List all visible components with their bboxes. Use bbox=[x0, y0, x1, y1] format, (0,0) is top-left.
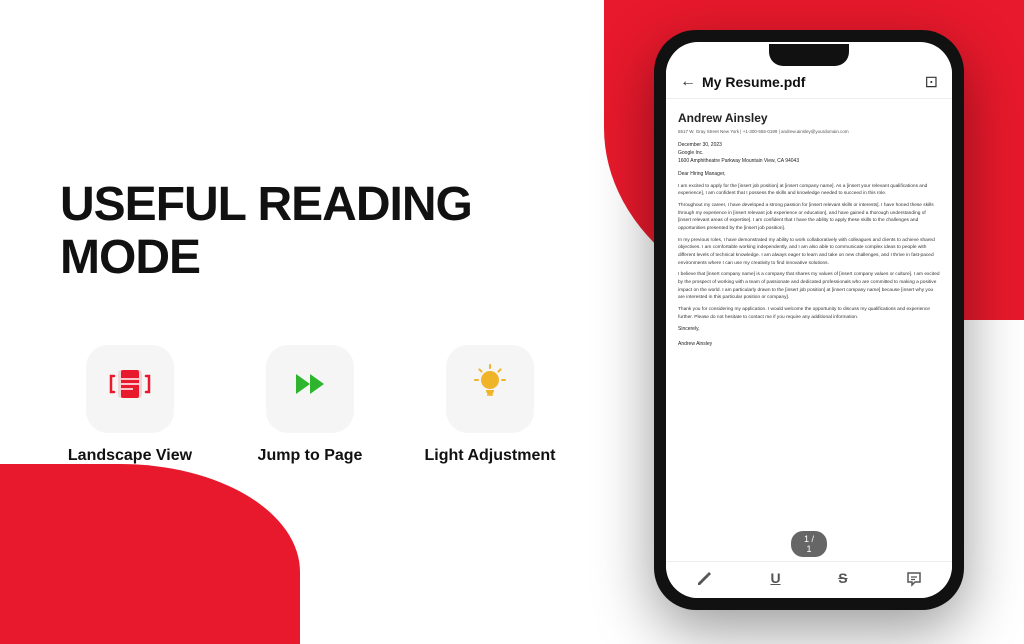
phone-notch bbox=[769, 44, 849, 66]
left-content-section: USEFUL READING MODE bbox=[40, 0, 600, 644]
pdf-menu-icon[interactable]: ⊡ bbox=[925, 72, 938, 92]
resume-closing: Sincerely, Andrew Ainsley bbox=[678, 326, 940, 349]
feature-light-adjustment[interactable]: Light Adjustment bbox=[420, 345, 560, 465]
toolbar-pen-icon[interactable] bbox=[695, 570, 713, 588]
resume-para-2: Throughout my career, I have developed a… bbox=[678, 202, 940, 233]
light-adjustment-label: Light Adjustment bbox=[425, 447, 556, 465]
landscape-view-icon-wrapper bbox=[86, 345, 174, 433]
resume-para-3: In my previous roles, I have demonstrate… bbox=[678, 237, 940, 268]
resume-name: Andrew Ainsley bbox=[678, 109, 940, 127]
resume-para-4: I believe that [insert company name] is … bbox=[678, 271, 940, 302]
phone-screen: ← My Resume.pdf ⊡ Andrew Ainsley 5517 W.… bbox=[666, 42, 952, 598]
pdf-filename: My Resume.pdf bbox=[702, 74, 805, 90]
back-arrow-icon[interactable]: ← bbox=[680, 73, 696, 91]
pdf-toolbar: U S bbox=[666, 561, 952, 598]
landscape-view-icon bbox=[108, 364, 152, 413]
feature-landscape-view[interactable]: Landscape View bbox=[60, 345, 200, 465]
features-row: Landscape View Jump to Page bbox=[60, 345, 600, 465]
jump-to-page-label: Jump to Page bbox=[258, 447, 363, 465]
light-adjustment-icon-wrapper bbox=[446, 345, 534, 433]
resume-para-1: I am excited to apply for the [insert jo… bbox=[678, 183, 940, 198]
resume-contact: 5517 W. Gray Street New York | +1-300-55… bbox=[678, 129, 940, 136]
toolbar-annotation-icon[interactable] bbox=[905, 570, 923, 588]
pdf-header-left: ← My Resume.pdf bbox=[680, 73, 805, 91]
jump-to-page-icon-wrapper bbox=[266, 345, 354, 433]
light-adjustment-icon bbox=[468, 362, 512, 415]
feature-jump-to-page[interactable]: Jump to Page bbox=[240, 345, 380, 465]
phone-mockup: ← My Resume.pdf ⊡ Andrew Ainsley 5517 W.… bbox=[654, 30, 964, 610]
toolbar-underline-icon[interactable]: U bbox=[770, 570, 780, 588]
resume-date: December 30, 2023 bbox=[678, 142, 940, 150]
resume-greeting: Dear Hiring Manager, bbox=[678, 171, 940, 179]
page-indicator: 1 / 1 bbox=[791, 531, 827, 557]
resume-company: Google Inc. 1600 Amphitheatre Parkway Mo… bbox=[678, 150, 940, 165]
main-title: USEFUL READING MODE bbox=[60, 179, 600, 285]
toolbar-strikethrough-icon[interactable]: S bbox=[838, 570, 847, 588]
resume-para-5: Thank you for considering my application… bbox=[678, 306, 940, 321]
pdf-content: Andrew Ainsley 5517 W. Gray Street New Y… bbox=[666, 99, 952, 531]
phone-outer-shell: ← My Resume.pdf ⊡ Andrew Ainsley 5517 W.… bbox=[654, 30, 964, 610]
jump-to-page-icon bbox=[288, 364, 332, 413]
pdf-header: ← My Resume.pdf ⊡ bbox=[666, 62, 952, 99]
landscape-view-label: Landscape View bbox=[68, 447, 192, 465]
